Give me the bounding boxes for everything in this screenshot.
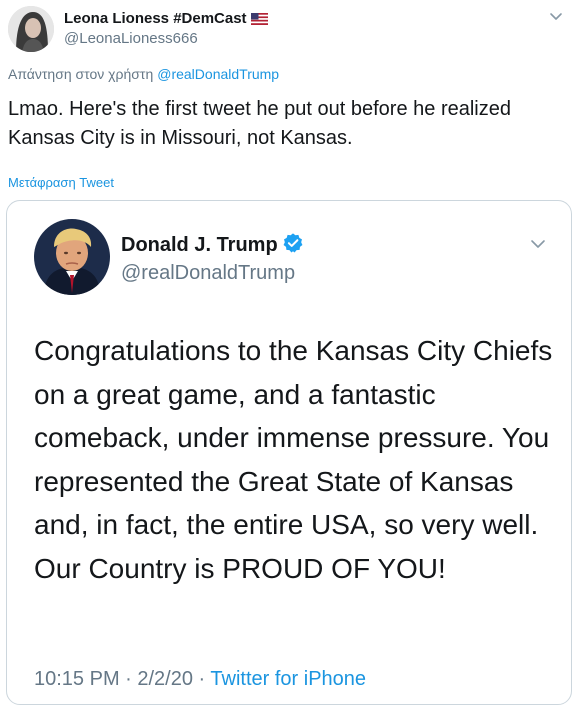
quoted-timestamp: 10:15 PM · 2/2/20 ·	[34, 668, 211, 690]
us-flag-icon	[250, 12, 268, 30]
quoted-author-name: Donald J. Trump	[121, 232, 304, 260]
quoted-author-handle: @realDonaldTrump	[121, 262, 296, 284]
reply-mention-link[interactable]: @realDonaldTrump	[157, 66, 279, 82]
embedded-tweet-image[interactable]: Donald J. Trump @realDonaldTrump Congrat…	[6, 200, 572, 705]
quoted-tweet-text: Congratulations to the Kansas City Chief…	[34, 335, 553, 584]
verified-badge-icon	[282, 232, 304, 260]
user-avatar[interactable]	[8, 6, 54, 52]
chevron-down-icon	[529, 235, 547, 253]
quoted-source: Twitter for iPhone	[210, 668, 367, 690]
author-name-text[interactable]: Leona Lioness #DemCast	[64, 10, 247, 27]
quoted-tweet-meta: 10:15 PM · 2/2/20 · Twitter for iPhone	[34, 667, 366, 691]
chevron-down-icon[interactable]	[548, 8, 564, 24]
tweet-text: Lmao. Here's the first tweet he put out …	[8, 98, 511, 149]
quoted-avatar	[34, 219, 110, 295]
reply-prefix: Απάντηση στον χρήστη	[8, 66, 154, 82]
quoted-author-name-text: Donald J. Trump	[121, 234, 278, 256]
reply-context: Απάντηση στον χρήστη @realDonaldTrump	[8, 65, 279, 83]
translate-tweet-link[interactable]: Μετάφραση Tweet	[8, 175, 114, 191]
author-handle[interactable]: @LeonaLioness666	[64, 30, 198, 48]
tweet: Leona Lioness #DemCast @LeonaLioness666 …	[0, 0, 578, 707]
author-name[interactable]: Leona Lioness #DemCast	[64, 10, 268, 30]
